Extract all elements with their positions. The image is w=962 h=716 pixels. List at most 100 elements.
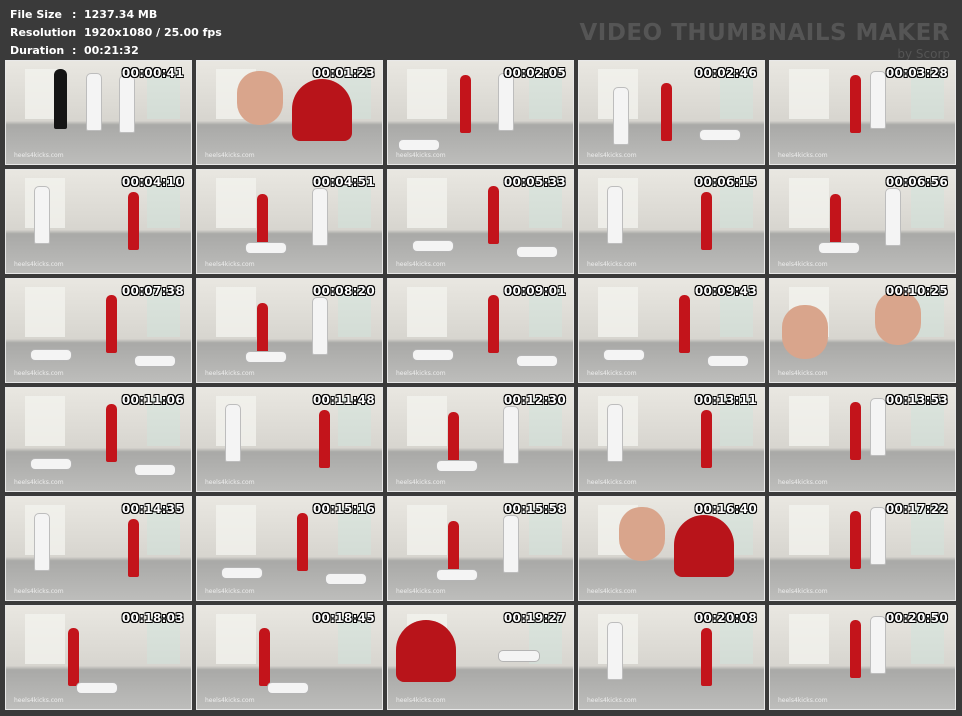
white-gi-figure: [870, 616, 886, 674]
fallen-figure: [134, 464, 176, 476]
white-gi-figure: [86, 73, 102, 131]
resolution-value: 1920x1080 / 25.00 fps: [84, 26, 222, 39]
face-closeup: [875, 291, 921, 345]
brand-logo: VIDEO THUMBNAILS MAKER by Scorp: [579, 20, 950, 60]
thumbnail[interactable]: 00:17:22 heels4kicks.com: [769, 496, 956, 601]
thumbnail[interactable]: 00:19:27 heels4kicks.com: [387, 605, 574, 710]
thumbnail[interactable]: 00:04:10 heels4kicks.com: [5, 169, 192, 274]
watermark-text: heels4kicks.com: [396, 479, 446, 486]
white-gi-figure: [34, 513, 50, 571]
timestamp-label: 00:08:20: [312, 284, 375, 298]
thumbnail[interactable]: 00:03:28 heels4kicks.com: [769, 60, 956, 165]
thumbnail[interactable]: 00:20:50 heels4kicks.com: [769, 605, 956, 710]
timestamp-label: 00:15:16: [312, 502, 375, 516]
white-gi-figure: [613, 87, 629, 145]
thumbnail[interactable]: 00:10:25 heels4kicks.com: [769, 278, 956, 383]
fallen-figure: [603, 349, 645, 361]
watermark-text: heels4kicks.com: [205, 697, 255, 704]
thumbnail[interactable]: 00:16:40 heels4kicks.com: [578, 496, 765, 601]
fallen-figure: [245, 242, 287, 254]
thumbnail[interactable]: 00:11:48 heels4kicks.com: [196, 387, 383, 492]
white-gi-figure: [870, 398, 886, 456]
thumbnail[interactable]: 00:04:51 heels4kicks.com: [196, 169, 383, 274]
fallen-figure: [245, 351, 287, 363]
face-closeup: [782, 305, 828, 359]
thumbnail[interactable]: 00:00:41 heels4kicks.com: [5, 60, 192, 165]
timestamp-label: 00:06:15: [694, 175, 757, 189]
thumbnail[interactable]: 00:06:56 heels4kicks.com: [769, 169, 956, 274]
thumbnail[interactable]: 00:15:16 heels4kicks.com: [196, 496, 383, 601]
brand-title: VIDEO THUMBNAILS MAKER: [579, 20, 950, 46]
thumbnail[interactable]: 00:11:06 heels4kicks.com: [5, 387, 192, 492]
fallen-figure: [412, 349, 454, 361]
timestamp-label: 00:13:11: [694, 393, 757, 407]
timestamp-label: 00:02:46: [694, 66, 757, 80]
red-outfit-figure: [68, 628, 79, 686]
thumbnail[interactable]: 00:13:53 heels4kicks.com: [769, 387, 956, 492]
thumbnail[interactable]: 00:01:23 heels4kicks.com: [196, 60, 383, 165]
file-size-value: 1237.34 MB: [84, 8, 158, 21]
red-outfit-figure: [488, 295, 499, 353]
red-outfit-figure: [488, 186, 499, 244]
thumbnail[interactable]: 00:02:05 heels4kicks.com: [387, 60, 574, 165]
red-outfit-figure: [850, 511, 861, 569]
red-outfit-figure: [128, 192, 139, 250]
watermark-text: heels4kicks.com: [14, 370, 64, 377]
timestamp-label: 00:09:01: [503, 284, 566, 298]
red-closeup: [396, 620, 456, 682]
fallen-figure: [325, 573, 367, 585]
white-gi-figure: [607, 404, 623, 462]
watermark-text: heels4kicks.com: [205, 152, 255, 159]
timestamp-label: 00:18:45: [312, 611, 375, 625]
thumbnail[interactable]: 00:20:08 heels4kicks.com: [578, 605, 765, 710]
duration-separator: :: [72, 44, 77, 57]
watermark-text: heels4kicks.com: [587, 588, 637, 595]
watermark-text: heels4kicks.com: [396, 261, 446, 268]
duration-label: Duration: [10, 44, 65, 57]
watermark-text: heels4kicks.com: [587, 152, 637, 159]
thumbnail[interactable]: 00:18:45 heels4kicks.com: [196, 605, 383, 710]
timestamp-label: 00:07:38: [121, 284, 184, 298]
watermark-text: heels4kicks.com: [778, 152, 828, 159]
timestamp-label: 00:15:58: [503, 502, 566, 516]
thumbnail[interactable]: 00:08:20 heels4kicks.com: [196, 278, 383, 383]
thumbnail[interactable]: 00:09:01 heels4kicks.com: [387, 278, 574, 383]
timestamp-label: 00:19:27: [503, 611, 566, 625]
timestamp-label: 00:03:28: [885, 66, 948, 80]
timestamp-label: 00:20:08: [694, 611, 757, 625]
watermark-text: heels4kicks.com: [205, 261, 255, 268]
duration-row: Duration : 00:21:32: [10, 42, 222, 60]
thumbnail[interactable]: 00:07:38 heels4kicks.com: [5, 278, 192, 383]
watermark-text: heels4kicks.com: [396, 370, 446, 377]
thumbnail[interactable]: 00:06:15 heels4kicks.com: [578, 169, 765, 274]
red-outfit-figure: [106, 404, 117, 462]
brand-subtitle: by Scorp: [897, 47, 950, 61]
timestamp-label: 00:00:41: [121, 66, 184, 80]
thumbnail[interactable]: 00:13:11 heels4kicks.com: [578, 387, 765, 492]
thumbnail[interactable]: 00:18:03 heels4kicks.com: [5, 605, 192, 710]
red-outfit-figure: [701, 628, 712, 686]
thumbnail[interactable]: 00:05:33 heels4kicks.com: [387, 169, 574, 274]
red-outfit-figure: [128, 519, 139, 577]
watermark-text: heels4kicks.com: [205, 588, 255, 595]
thumbnail[interactable]: 00:09:43 heels4kicks.com: [578, 278, 765, 383]
fallen-figure: [267, 682, 309, 694]
thumbnail[interactable]: 00:14:35 heels4kicks.com: [5, 496, 192, 601]
watermark-text: heels4kicks.com: [587, 261, 637, 268]
white-gi-figure: [34, 186, 50, 244]
timestamp-label: 00:12:30: [503, 393, 566, 407]
thumbnail[interactable]: 00:12:30 heels4kicks.com: [387, 387, 574, 492]
file-size-separator: :: [72, 8, 77, 21]
fallen-figure: [516, 355, 558, 367]
red-outfit-figure: [850, 75, 861, 133]
file-size-label: File Size: [10, 8, 62, 21]
watermark-text: heels4kicks.com: [14, 261, 64, 268]
watermark-text: heels4kicks.com: [14, 697, 64, 704]
red-outfit-figure: [701, 192, 712, 250]
thumbnail[interactable]: 00:02:46 heels4kicks.com: [578, 60, 765, 165]
watermark-text: heels4kicks.com: [778, 697, 828, 704]
white-gi-figure: [225, 404, 241, 462]
thumbnail[interactable]: 00:15:58 heels4kicks.com: [387, 496, 574, 601]
white-gi-figure: [503, 515, 519, 573]
timestamp-label: 00:01:23: [312, 66, 375, 80]
